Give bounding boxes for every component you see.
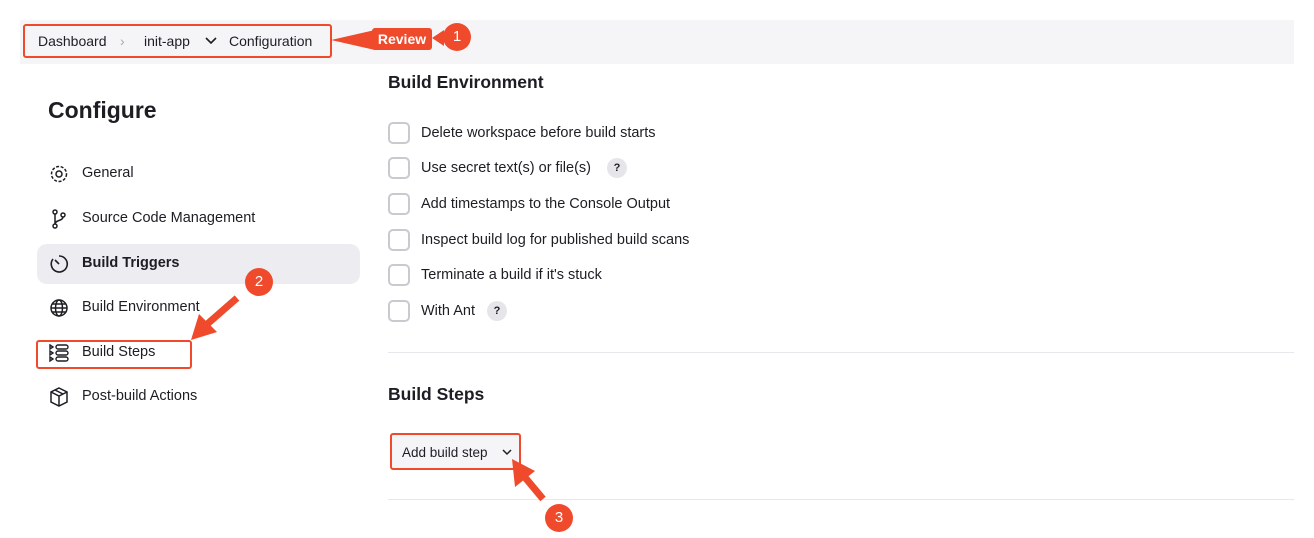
annotation-pointer [331,30,375,50]
sidebar-item-label: Source Code Management [82,210,256,226]
sidebar-item-label: Build Environment [82,299,200,315]
checkbox-label: Terminate a build if it's stuck [421,267,602,283]
checkbox-delete-workspace[interactable] [388,122,410,144]
section-title-build-environment: Build Environment [388,72,544,92]
checkbox-label: Add timestamps to the Console Output [421,196,671,212]
add-build-step-label: Add build step [402,445,488,460]
annotation-box-build-steps [36,340,192,369]
branch-icon [52,209,66,229]
annotation-step-3: 3 [545,504,573,532]
checkbox-use-secret[interactable] [388,157,410,179]
package-icon [50,387,68,407]
checkbox-label: With Ant [421,303,475,319]
checkbox-terminate-stuck[interactable] [388,264,410,286]
annotation-arrow [191,295,240,340]
help-icon[interactable]: ? [487,301,507,321]
sidebar-item-label: Post-build Actions [82,388,198,404]
sidebar-item-post-build-actions[interactable]: Post-build Actions [37,377,360,417]
sidebar-item-general[interactable]: General [37,154,360,194]
sidebar-item-source-code-management[interactable]: Source Code Management [37,199,360,239]
checkbox-inspect-build-log[interactable] [388,229,410,251]
checkbox-label: Delete workspace before build starts [421,125,656,141]
sidebar-title: Configure [48,97,157,123]
checkbox-with-ant[interactable] [388,300,410,322]
annotation-step-2: 2 [245,268,273,296]
annotation-review-label: Review [372,28,432,50]
timer-icon [50,255,69,273]
sidebar-item-label: General [82,165,134,181]
divider [388,352,1294,353]
annotation-step-1: 1 [443,23,471,51]
globe-icon [50,299,68,317]
help-icon[interactable]: ? [607,158,627,178]
checkbox-label: Use secret text(s) or file(s) [421,160,591,176]
annotation-box-breadcrumb [23,24,332,58]
sidebar-item-label: Build Triggers [82,255,180,271]
annotation-arrow [512,459,546,502]
sidebar-item-build-triggers[interactable]: Build Triggers [37,244,360,284]
add-build-step-button[interactable]: Add build step [390,433,521,470]
checkbox-label: Inspect build log for published build sc… [421,232,690,248]
checkbox-add-timestamps[interactable] [388,193,410,215]
gear-icon [50,165,68,183]
section-title-build-steps: Build Steps [388,384,485,404]
